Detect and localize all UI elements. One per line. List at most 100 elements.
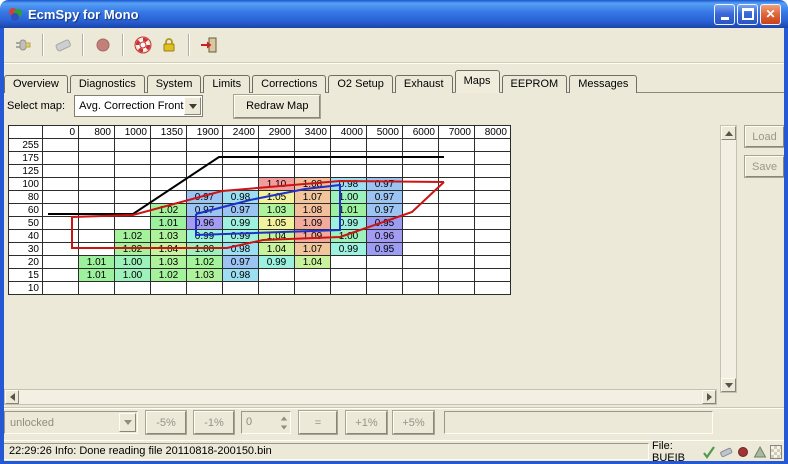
tab-messages[interactable]: Messages (569, 75, 637, 93)
grid-cell[interactable] (115, 139, 151, 152)
scroll-down-button[interactable] (721, 378, 736, 392)
grid-cell[interactable]: 0.97 (187, 191, 223, 204)
grid-cell[interactable] (79, 165, 115, 178)
grid-cell[interactable]: 0.99 (259, 256, 295, 269)
grid-cell[interactable] (151, 191, 187, 204)
grid-cell[interactable] (403, 243, 439, 256)
grid-cell[interactable] (43, 282, 79, 295)
equals-button[interactable]: = (299, 411, 337, 434)
grid-cell[interactable] (475, 282, 511, 295)
grid-cell[interactable] (151, 282, 187, 295)
grid-cell[interactable]: 0.99 (187, 230, 223, 243)
grid-cell[interactable] (439, 243, 475, 256)
grid-cell[interactable] (79, 152, 115, 165)
map-combo-dropdown-button[interactable] (184, 97, 201, 115)
connect-plug-button[interactable] (10, 32, 36, 58)
grid-cell[interactable] (439, 165, 475, 178)
grid-cell[interactable]: 1.08 (295, 178, 331, 191)
grid-cell[interactable] (367, 282, 403, 295)
grid-cell[interactable]: 1.02 (187, 256, 223, 269)
grid-cell[interactable] (187, 152, 223, 165)
grid-cell[interactable] (439, 269, 475, 282)
grid-cell[interactable] (475, 256, 511, 269)
minus-1-percent-button[interactable]: -1% (194, 411, 234, 434)
redraw-map-button[interactable]: Redraw Map (234, 95, 320, 118)
grid-cell[interactable] (151, 178, 187, 191)
grid-cell[interactable]: 0.97 (223, 256, 259, 269)
grid-cell[interactable] (439, 217, 475, 230)
grid-cell[interactable] (331, 152, 367, 165)
load-button[interactable]: Load (745, 126, 784, 147)
grid-cell[interactable] (79, 191, 115, 204)
grid-cell[interactable]: 1.09 (295, 230, 331, 243)
grid-cell[interactable]: 1.01 (79, 269, 115, 282)
tab-exhaust[interactable]: Exhaust (395, 75, 453, 93)
grid-cell[interactable] (403, 217, 439, 230)
grid-cell[interactable]: 0.96 (367, 230, 403, 243)
grid-cell[interactable] (43, 152, 79, 165)
grid-cell[interactable] (403, 282, 439, 295)
grid-cell[interactable] (403, 269, 439, 282)
tab-eeprom[interactable]: EEPROM (502, 75, 568, 93)
grid-cell[interactable]: 1.04 (151, 243, 187, 256)
grid-cell[interactable]: 1.04 (259, 230, 295, 243)
grid-cell[interactable]: 1.05 (259, 217, 295, 230)
eraser-button[interactable] (50, 32, 76, 58)
maximize-button[interactable] (737, 4, 758, 25)
grid-cell[interactable] (223, 152, 259, 165)
grid-cell[interactable] (151, 165, 187, 178)
tab-limits[interactable]: Limits (203, 75, 250, 93)
grid-cell[interactable] (79, 139, 115, 152)
grid-cell[interactable] (43, 165, 79, 178)
minus-5-percent-button[interactable]: -5% (146, 411, 186, 434)
grid-cell[interactable] (331, 282, 367, 295)
grid-cell[interactable] (43, 204, 79, 217)
grid-cell[interactable]: 0.95 (367, 217, 403, 230)
plus-5-percent-button[interactable]: +5% (393, 411, 434, 434)
grid-cell[interactable] (223, 165, 259, 178)
grid-cell[interactable]: 0.96 (187, 217, 223, 230)
grid-cell[interactable] (475, 204, 511, 217)
lock-button[interactable] (156, 32, 182, 58)
spinner-arrows[interactable] (277, 412, 290, 433)
grid-cell[interactable] (115, 204, 151, 217)
grid-cell[interactable] (259, 139, 295, 152)
grid-cell[interactable] (295, 152, 331, 165)
scroll-up-button[interactable] (721, 126, 736, 140)
grid-cell[interactable] (43, 256, 79, 269)
save-button[interactable]: Save (745, 156, 784, 177)
grid-cell[interactable] (475, 165, 511, 178)
grid-cell[interactable] (115, 178, 151, 191)
grid-cell[interactable] (79, 178, 115, 191)
grid-cell[interactable]: 0.98 (223, 269, 259, 282)
grid-cell[interactable] (115, 152, 151, 165)
life-ring-button[interactable] (130, 32, 156, 58)
grid-cell[interactable] (439, 282, 475, 295)
grid-cell[interactable]: 1.08 (295, 204, 331, 217)
map-combo[interactable]: Avg. Correction Front (74, 95, 203, 117)
grid-cell[interactable]: 0.98 (223, 191, 259, 204)
grid-cell[interactable] (79, 230, 115, 243)
grid-cell[interactable] (43, 178, 79, 191)
grid-cell[interactable] (331, 139, 367, 152)
grid-cell[interactable] (187, 178, 223, 191)
grid-cell[interactable] (79, 217, 115, 230)
grid-cell[interactable] (331, 256, 367, 269)
grid-cell[interactable]: 1.04 (259, 243, 295, 256)
grid-cell[interactable]: 1.01 (79, 256, 115, 269)
lock-state-combo[interactable]: unlocked (4, 411, 138, 434)
scroll-left-button[interactable] (5, 390, 19, 404)
grid-cell[interactable] (439, 256, 475, 269)
minimize-button[interactable] (714, 4, 735, 25)
grid-cell[interactable] (403, 139, 439, 152)
grid-cell[interactable] (259, 165, 295, 178)
grid-cell[interactable] (367, 152, 403, 165)
tab-overview[interactable]: Overview (4, 75, 68, 93)
grid-cell[interactable]: 0.99 (331, 217, 367, 230)
grid-cell[interactable] (223, 282, 259, 295)
grid-cell[interactable]: 1.03 (259, 204, 295, 217)
grid-cell[interactable] (223, 178, 259, 191)
grid-cell[interactable] (439, 178, 475, 191)
grid-cell[interactable] (295, 269, 331, 282)
grid-cell[interactable] (295, 139, 331, 152)
